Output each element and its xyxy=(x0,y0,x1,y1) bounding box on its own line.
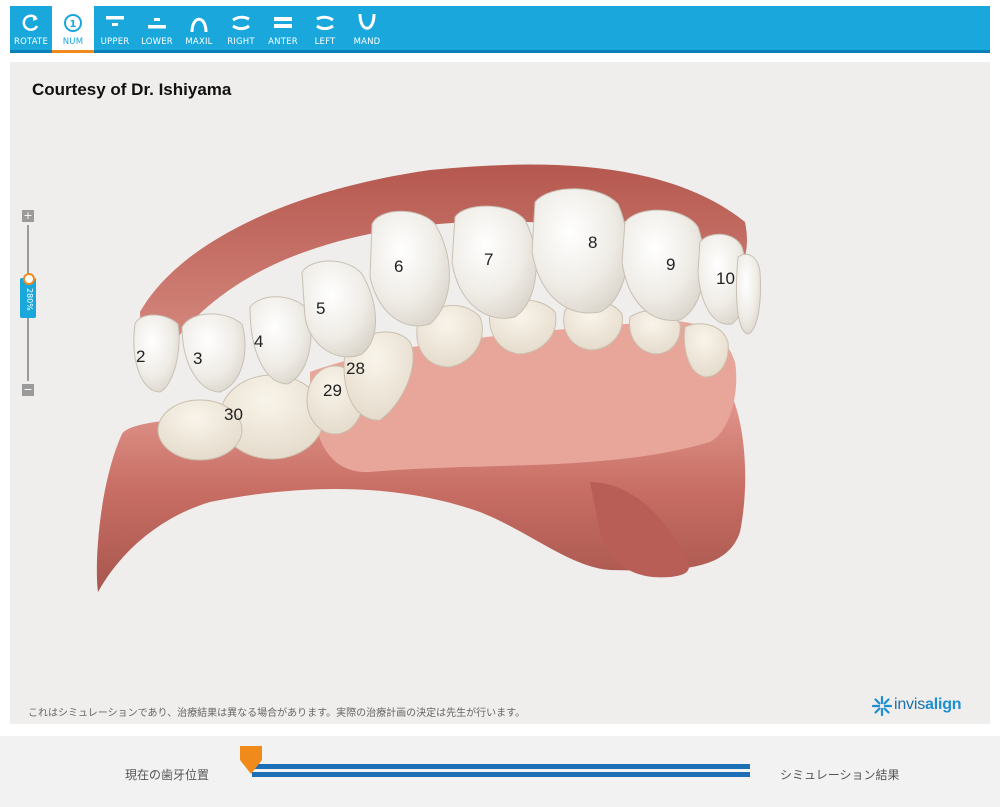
upper-arch-icon xyxy=(106,16,124,26)
tooth-number-28: 28 xyxy=(346,359,365,378)
viewer-toolbar: ROTATE 1 NUM UPPER LOWER MAXIL RIGHT ANT… xyxy=(10,6,990,53)
tooth-number-8: 8 xyxy=(588,233,597,252)
upper-tooth-5 xyxy=(301,260,376,358)
tooth-number-7: 7 xyxy=(484,250,493,269)
mandibular-icon xyxy=(358,13,376,30)
invisalign-logo: invisalign xyxy=(872,694,982,718)
tooth-number-4: 4 xyxy=(254,332,263,351)
svg-text:1: 1 xyxy=(70,19,77,30)
3d-viewer[interactable]: Courtesy of Dr. Ishiyama + 280% − 2 3 4 … xyxy=(10,62,990,724)
tooth-number-3: 3 xyxy=(193,349,202,368)
upper-tooth-8 xyxy=(531,188,629,314)
upper-tooth-6 xyxy=(369,210,450,327)
stage-slider-handle[interactable] xyxy=(240,746,262,774)
left-view-icon xyxy=(316,15,334,31)
anterior-view-icon xyxy=(274,17,292,28)
number-icon: 1 xyxy=(64,14,82,32)
logo-suffix: align xyxy=(925,696,962,713)
tooth-number-30: 30 xyxy=(224,405,243,424)
lower-arch-icon xyxy=(148,18,166,29)
invisalign-star-icon xyxy=(872,696,892,716)
tooth-number-5: 5 xyxy=(316,299,325,318)
tooth-number-9: 9 xyxy=(666,255,675,274)
maxillary-icon xyxy=(190,17,208,33)
simulation-result-label: シミュレーション結果 xyxy=(780,768,900,782)
rotate-icon xyxy=(22,14,39,31)
tooth-number-10: 10 xyxy=(716,269,735,288)
upper-tooth-11 xyxy=(736,253,761,335)
dental-model[interactable]: 2 3 4 5 6 7 8 9 10 28 29 30 xyxy=(10,62,990,724)
disclaimer-text: これはシミュレーションであり、治療結果は異なる場合があります。実際の治療計画の決… xyxy=(28,708,526,719)
logo-prefix: invis xyxy=(894,696,926,713)
right-view-icon xyxy=(232,15,250,31)
tooth-number-29: 29 xyxy=(323,381,342,400)
mand-button[interactable]: MAND xyxy=(346,6,388,50)
tooth-number-6: 6 xyxy=(394,257,403,276)
upper-tooth-3 xyxy=(181,313,246,393)
current-position-label: 現在の歯牙位置 xyxy=(125,768,210,782)
stage-slider-track[interactable] xyxy=(252,764,750,778)
tooth-number-2: 2 xyxy=(136,347,145,366)
upper-tooth-7 xyxy=(451,205,537,319)
upper-tooth-9 xyxy=(621,209,705,321)
stage-timeline-panel: 現在の歯牙位置 シミュレーション結果 xyxy=(0,736,1000,807)
